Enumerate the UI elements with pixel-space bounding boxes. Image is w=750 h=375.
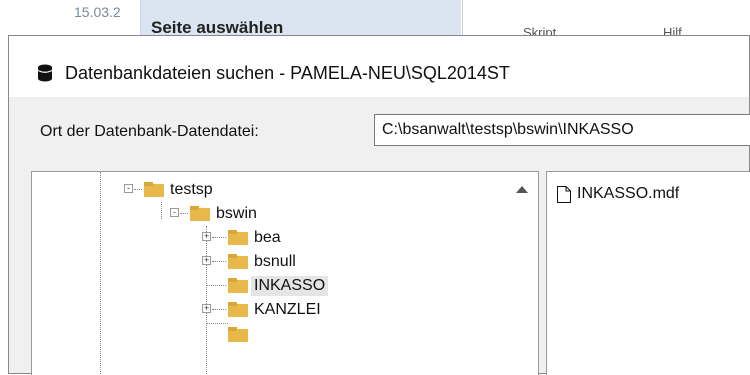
file-name: INKASSO.mdf bbox=[577, 185, 680, 202]
location-input[interactable]: C:\bsanwalt\testsp\bswin\INKASSO bbox=[374, 114, 750, 146]
expand-icon[interactable]: + bbox=[202, 232, 211, 241]
tree-connector bbox=[100, 172, 101, 375]
folder-icon bbox=[144, 182, 164, 197]
tree-connector bbox=[206, 323, 228, 324]
dialog-title: Datenbankdateien suchen - PAMELA-NEU\SQL… bbox=[65, 63, 510, 83]
tree-node-kanzlei[interactable]: + KANZLEI bbox=[202, 298, 402, 322]
tree-connector bbox=[134, 189, 142, 190]
tree-node-label: INKASSO bbox=[251, 276, 329, 296]
tree-connector bbox=[212, 261, 226, 262]
tree-node-label: KANZLEI bbox=[254, 301, 321, 318]
tree-node-label: testsp bbox=[170, 181, 213, 198]
folder-icon bbox=[228, 302, 248, 317]
tree-node-inkasso[interactable]: INKASSO bbox=[202, 274, 402, 298]
tree-node-bswin[interactable]: - bswin bbox=[170, 202, 370, 226]
background-date: 15.03.2 bbox=[70, 0, 140, 40]
folder-icon bbox=[228, 230, 248, 245]
file-icon bbox=[557, 186, 571, 203]
collapse-icon[interactable]: - bbox=[124, 184, 133, 193]
tree-node-label: bsnull bbox=[254, 253, 296, 270]
expand-icon[interactable]: + bbox=[202, 256, 211, 265]
tree-node-bsnull[interactable]: + bsnull bbox=[202, 250, 402, 274]
tree-connector bbox=[180, 213, 188, 214]
dialog-titlebar[interactable]: Datenbankdateien suchen - PAMELA-NEU\SQL… bbox=[9, 36, 749, 97]
database-file-dialog: Datenbankdateien suchen - PAMELA-NEU\SQL… bbox=[8, 35, 750, 375]
tree-connector bbox=[206, 285, 226, 286]
tree-connector bbox=[212, 237, 226, 238]
folder-icon bbox=[228, 327, 248, 342]
database-icon bbox=[37, 64, 53, 87]
tree-node-testsp[interactable]: - testsp bbox=[124, 178, 324, 202]
tree-connector bbox=[161, 202, 162, 219]
tree-node-label: bswin bbox=[216, 205, 257, 222]
collapse-icon[interactable]: - bbox=[170, 208, 179, 217]
tree-node-bea[interactable]: + bea bbox=[202, 226, 402, 250]
scroll-up-icon[interactable] bbox=[516, 186, 528, 193]
expand-icon[interactable]: + bbox=[202, 304, 211, 313]
folder-icon bbox=[228, 278, 248, 293]
location-label: Ort der Datenbank-Datendatei: bbox=[40, 123, 259, 140]
folder-tree[interactable]: - testsp - bswin + bea + bsnull INKASSO … bbox=[31, 171, 539, 375]
tree-node-label: bea bbox=[254, 229, 281, 246]
file-list[interactable]: INKASSO.mdf bbox=[546, 171, 750, 375]
tree-scrollbar[interactable] bbox=[508, 172, 538, 375]
folder-icon bbox=[190, 206, 210, 221]
tree-connector bbox=[212, 309, 226, 310]
folder-icon bbox=[228, 254, 248, 269]
